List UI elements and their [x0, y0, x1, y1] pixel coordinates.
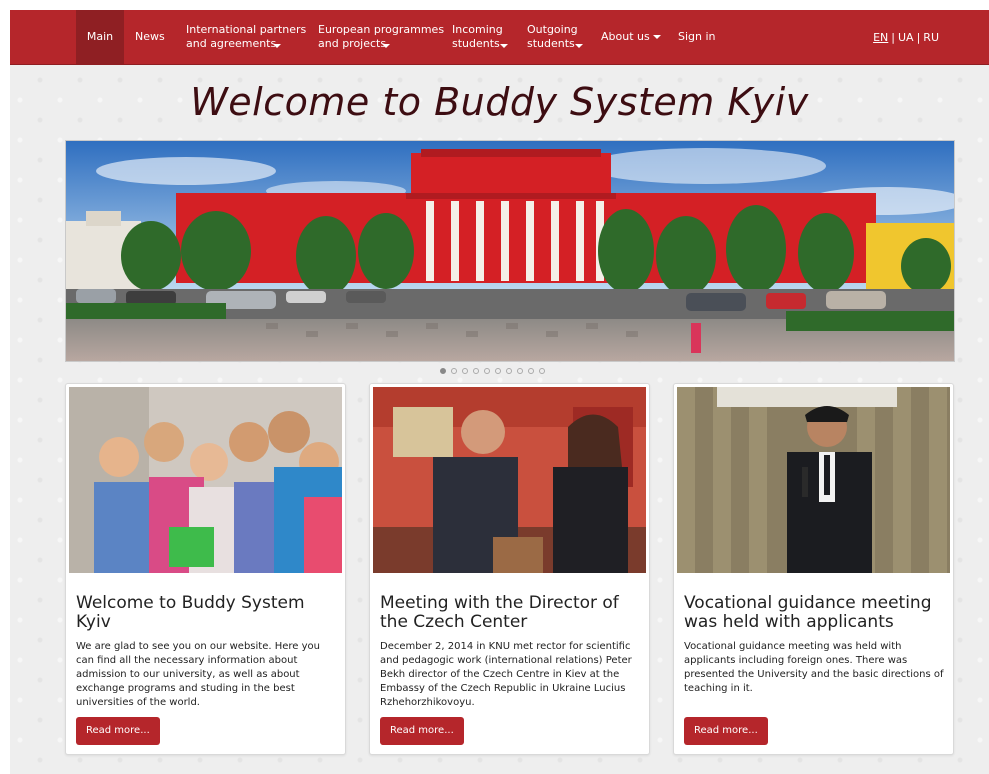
- card-text: December 2, 2014 in KNU met rector for s…: [380, 641, 632, 708]
- carousel-dot-7[interactable]: [506, 368, 512, 374]
- page-title: Welcome to Buddy System Kyiv: [190, 80, 809, 124]
- meeting-photo: [373, 387, 646, 573]
- carousel-dot-4[interactable]: [473, 368, 479, 374]
- chevron-down-icon: [382, 44, 390, 48]
- chevron-down-icon: [500, 44, 508, 48]
- carousel-dot-1[interactable]: [440, 368, 446, 374]
- hero-banner-image: [65, 140, 955, 362]
- carousel-indicators: [440, 368, 545, 376]
- card-title: Vocational guidance meeting was held wit…: [684, 593, 932, 632]
- lang-en[interactable]: EN: [873, 31, 888, 44]
- nav-international-partners[interactable]: International partners and agreements: [186, 10, 306, 64]
- card-title: Meeting with the Director of the Czech C…: [380, 593, 619, 632]
- nav-about-us[interactable]: About us: [601, 10, 661, 64]
- card-title: Welcome to Buddy System Kyiv: [76, 593, 305, 632]
- read-more-button[interactable]: Read more...: [76, 717, 160, 745]
- carousel-dot-10[interactable]: [539, 368, 545, 374]
- nav-main[interactable]: Main: [76, 10, 124, 64]
- carousel-dot-6[interactable]: [495, 368, 501, 374]
- top-navbar: Main News International partners and agr…: [10, 10, 989, 65]
- nav-incoming-students[interactable]: Incoming students: [452, 10, 508, 64]
- carousel-dot-5[interactable]: [484, 368, 490, 374]
- carousel-dot-9[interactable]: [528, 368, 534, 374]
- nav-news[interactable]: News: [135, 10, 165, 64]
- carousel-dot-3[interactable]: [462, 368, 468, 374]
- nav-outgoing-students[interactable]: Outgoing students: [527, 10, 583, 64]
- card-text: Vocational guidance meeting was held wit…: [684, 641, 944, 694]
- news-card-1: Welcome to Buddy System Kyiv We are glad…: [65, 383, 346, 755]
- language-switcher: EN | UA | RU: [873, 30, 939, 44]
- chevron-down-icon: [652, 35, 661, 39]
- chevron-down-icon: [575, 44, 583, 48]
- card-text: We are glad to see you on our website. H…: [76, 641, 320, 708]
- chevron-down-icon: [273, 44, 281, 48]
- news-card-2: Meeting with the Director of the Czech C…: [369, 383, 650, 755]
- students-group-photo: [69, 387, 342, 573]
- speaker-photo: [677, 387, 950, 573]
- carousel-dot-8[interactable]: [517, 368, 523, 374]
- lang-ru[interactable]: RU: [923, 31, 939, 44]
- carousel-dot-2[interactable]: [451, 368, 457, 374]
- news-card-3: Vocational guidance meeting was held wit…: [673, 383, 954, 755]
- lang-ua[interactable]: UA: [898, 31, 914, 44]
- read-more-button[interactable]: Read more...: [684, 717, 768, 745]
- nav-european-programmes[interactable]: European programmes and projects: [318, 10, 444, 64]
- nav-sign-in[interactable]: Sign in: [678, 10, 716, 64]
- read-more-button[interactable]: Read more...: [380, 717, 464, 745]
